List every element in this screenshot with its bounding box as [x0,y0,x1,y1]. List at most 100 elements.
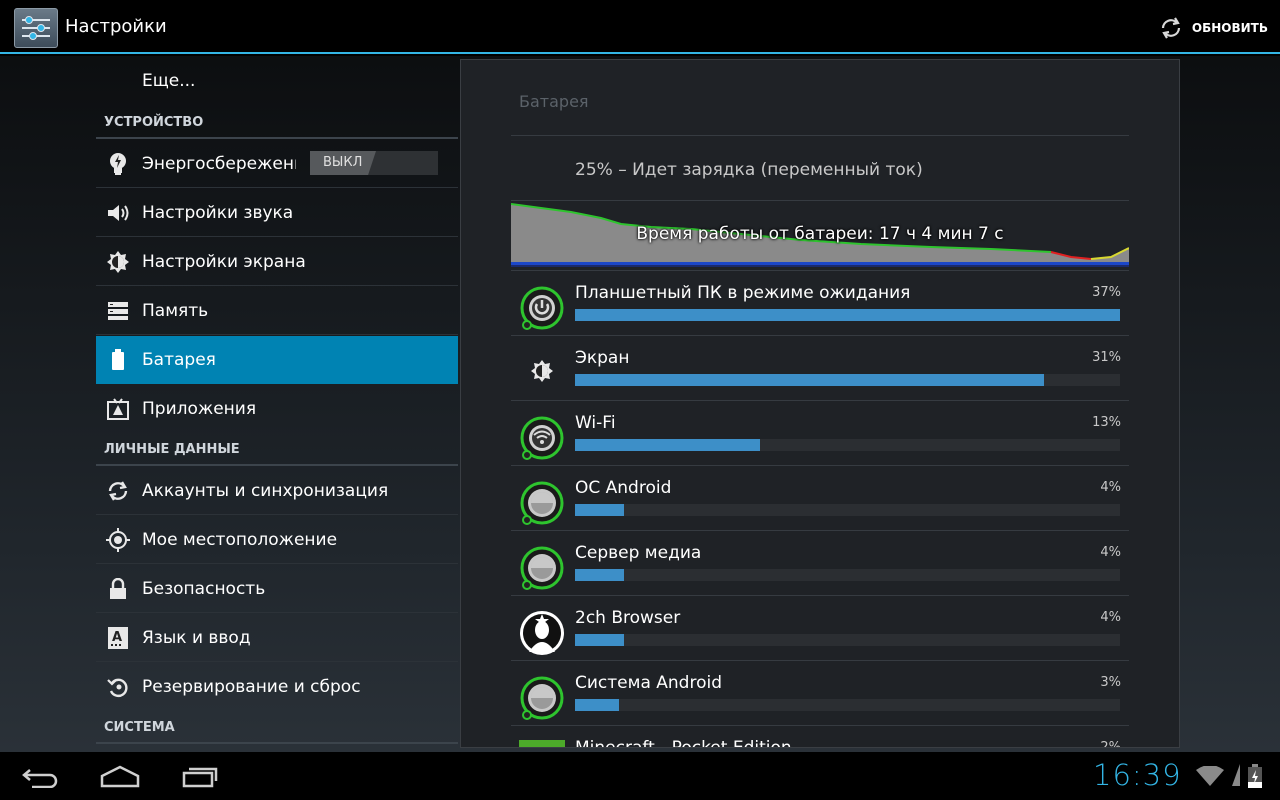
sidebar-item-accounts-sync[interactable]: Аккаунты и синхронизация [96,467,458,515]
usage-bar-track [575,374,1120,386]
sync-icon [106,479,130,503]
sidebar-item-backup-reset[interactable]: Резервирование и сброс [96,663,458,711]
sidebar-item-security[interactable]: Безопасность [96,565,458,613]
sidebar-item-label: Еще... [142,71,196,91]
divider [511,200,1129,201]
usage-name: Система Android [575,673,722,693]
section-header-device: УСТРОЙСТВО [96,111,458,139]
back-icon [22,769,58,788]
usage-bar-fill [575,699,619,711]
system-navigation-bar: 16:39 [0,752,1280,800]
usage-percent: 31% [1092,350,1121,365]
bulb-icon [106,152,130,176]
usage-name: Планшетный ПК в режиме ожидания [575,283,911,303]
power-icon [520,286,564,330]
sidebar-item-label: Безопасность [142,578,266,599]
sidebar-item-display[interactable]: Настройки экрана [96,238,458,286]
battery-runtime-text: Время работы от батареи: 17 ч 4 мин 7 с [636,224,1004,244]
usage-name: Сервер медиа [575,543,702,563]
sidebar-item-language-input[interactable]: A Язык и ввод [96,614,458,662]
battery-icon [106,348,130,372]
sidebar-item-label: Мое местоположение [142,529,338,550]
app-title: Настройки [65,16,167,37]
sidebar-item-label: Настройки экрана [142,251,306,272]
location-icon [106,527,130,552]
action-bar: Настройки ОБНОВИТЬ [0,0,1280,54]
sidebar-item-label: Резервирование и сброс [142,677,361,697]
wifi-icon [520,416,564,460]
usage-bar-fill [575,374,1044,386]
usage-percent: 4% [1100,480,1121,495]
sidebar-item-label: Приложения [142,399,257,419]
usage-row[interactable]: Планшетный ПК в режиме ожидания 37% [511,271,1129,336]
home-icon [100,765,140,788]
panel-title: Батарея [519,92,589,111]
sidebar-item-label: Настройки звука [142,202,294,223]
usage-row[interactable]: Экран 31% [511,336,1129,401]
lock-icon [106,577,130,601]
sidebar-item-more[interactable]: Еще... [96,57,458,105]
android-system-icon [520,676,564,720]
usage-bar-fill [575,309,1120,321]
power-saving-toggle[interactable]: ВЫКЛ [310,151,438,175]
brightness-icon [106,250,130,274]
recents-icon [182,767,218,788]
usage-row[interactable]: ОС Android 4% [511,466,1129,531]
battery-detail-panel[interactable]: Батарея 25% – Идет зарядка (переменный т… [460,59,1180,748]
usage-bar-track [575,569,1120,581]
usage-bar-track [575,439,1120,451]
battery-history-graph[interactable]: Время работы от батареи: 17 ч 4 мин 7 с [510,202,1130,268]
android-os-icon [520,481,564,525]
media-server-icon [520,546,564,590]
usage-percent: 2% [1100,740,1121,748]
usage-name: Wi-Fi [575,413,616,433]
section-header-system: СИСТЕМА [96,716,458,744]
sidebar-item-storage[interactable]: Память [96,287,458,335]
sidebar-item-label: Аккаунты и синхронизация [142,480,389,501]
sidebar-item-label: Энергосбережение [142,153,296,174]
settings-sliders-icon[interactable] [14,8,58,48]
section-header-personal: ЛИЧНЫЕ ДАННЫЕ [96,438,458,466]
usage-name: Minecraft - Pocket Edition [575,738,792,748]
usage-name: ОС Android [575,478,672,498]
usage-row[interactable]: 2ch Browser 4% [511,596,1129,661]
usage-bar-fill [575,504,625,516]
usage-row[interactable]: Сервер медиа 4% [511,531,1129,596]
usage-percent: 4% [1100,545,1121,560]
usage-percent: 4% [1100,610,1121,625]
divider [511,135,1129,136]
usage-bar-track [575,699,1120,711]
usage-percent: 3% [1100,675,1121,690]
recents-button[interactable] [172,760,228,792]
usage-row[interactable]: Wi-Fi 13% [511,401,1129,466]
usage-bar-track [575,309,1120,321]
usage-bar-fill [575,634,625,646]
backup-icon [106,675,130,699]
toggle-label: ВЫКЛ [323,155,363,170]
usage-bar-fill [575,439,761,451]
refresh-button[interactable]: ОБНОВИТЬ [1158,14,1268,42]
brightness-icon [531,360,553,382]
apps-icon [106,397,130,421]
sidebar-item-location[interactable]: Мое местоположение [96,516,458,564]
settings-list[interactable]: Еще... УСТРОЙСТВО Энергосбережение ВЫКЛ … [96,56,458,752]
usage-bar-fill [575,569,625,581]
usage-row[interactable]: Система Android 3% [511,661,1129,726]
usage-percent: 13% [1092,415,1121,430]
2ch-browser-icon [520,611,564,655]
back-button[interactable] [12,760,68,792]
sidebar-item-battery[interactable]: Батарея [96,336,458,384]
minecraft-icon [519,740,565,747]
sidebar-item-apps[interactable]: Приложения [96,385,458,433]
sidebar-item-label: Батарея [142,350,216,370]
usage-percent: 37% [1092,285,1121,300]
sidebar-item-power-saving[interactable]: Энергосбережение ВЫКЛ [96,140,458,188]
sidebar-item-label: Язык и ввод [142,627,251,648]
usage-row[interactable]: Minecraft - Pocket Edition 2% [511,726,1129,748]
usage-name: 2ch Browser [575,608,681,628]
sidebar-item-sound[interactable]: Настройки звука [96,189,458,237]
usage-name: Экран [575,348,630,368]
home-button[interactable] [92,760,148,792]
usage-bar-track [575,634,1120,646]
content-area: Еще... УСТРОЙСТВО Энергосбережение ВЫКЛ … [0,56,1280,752]
